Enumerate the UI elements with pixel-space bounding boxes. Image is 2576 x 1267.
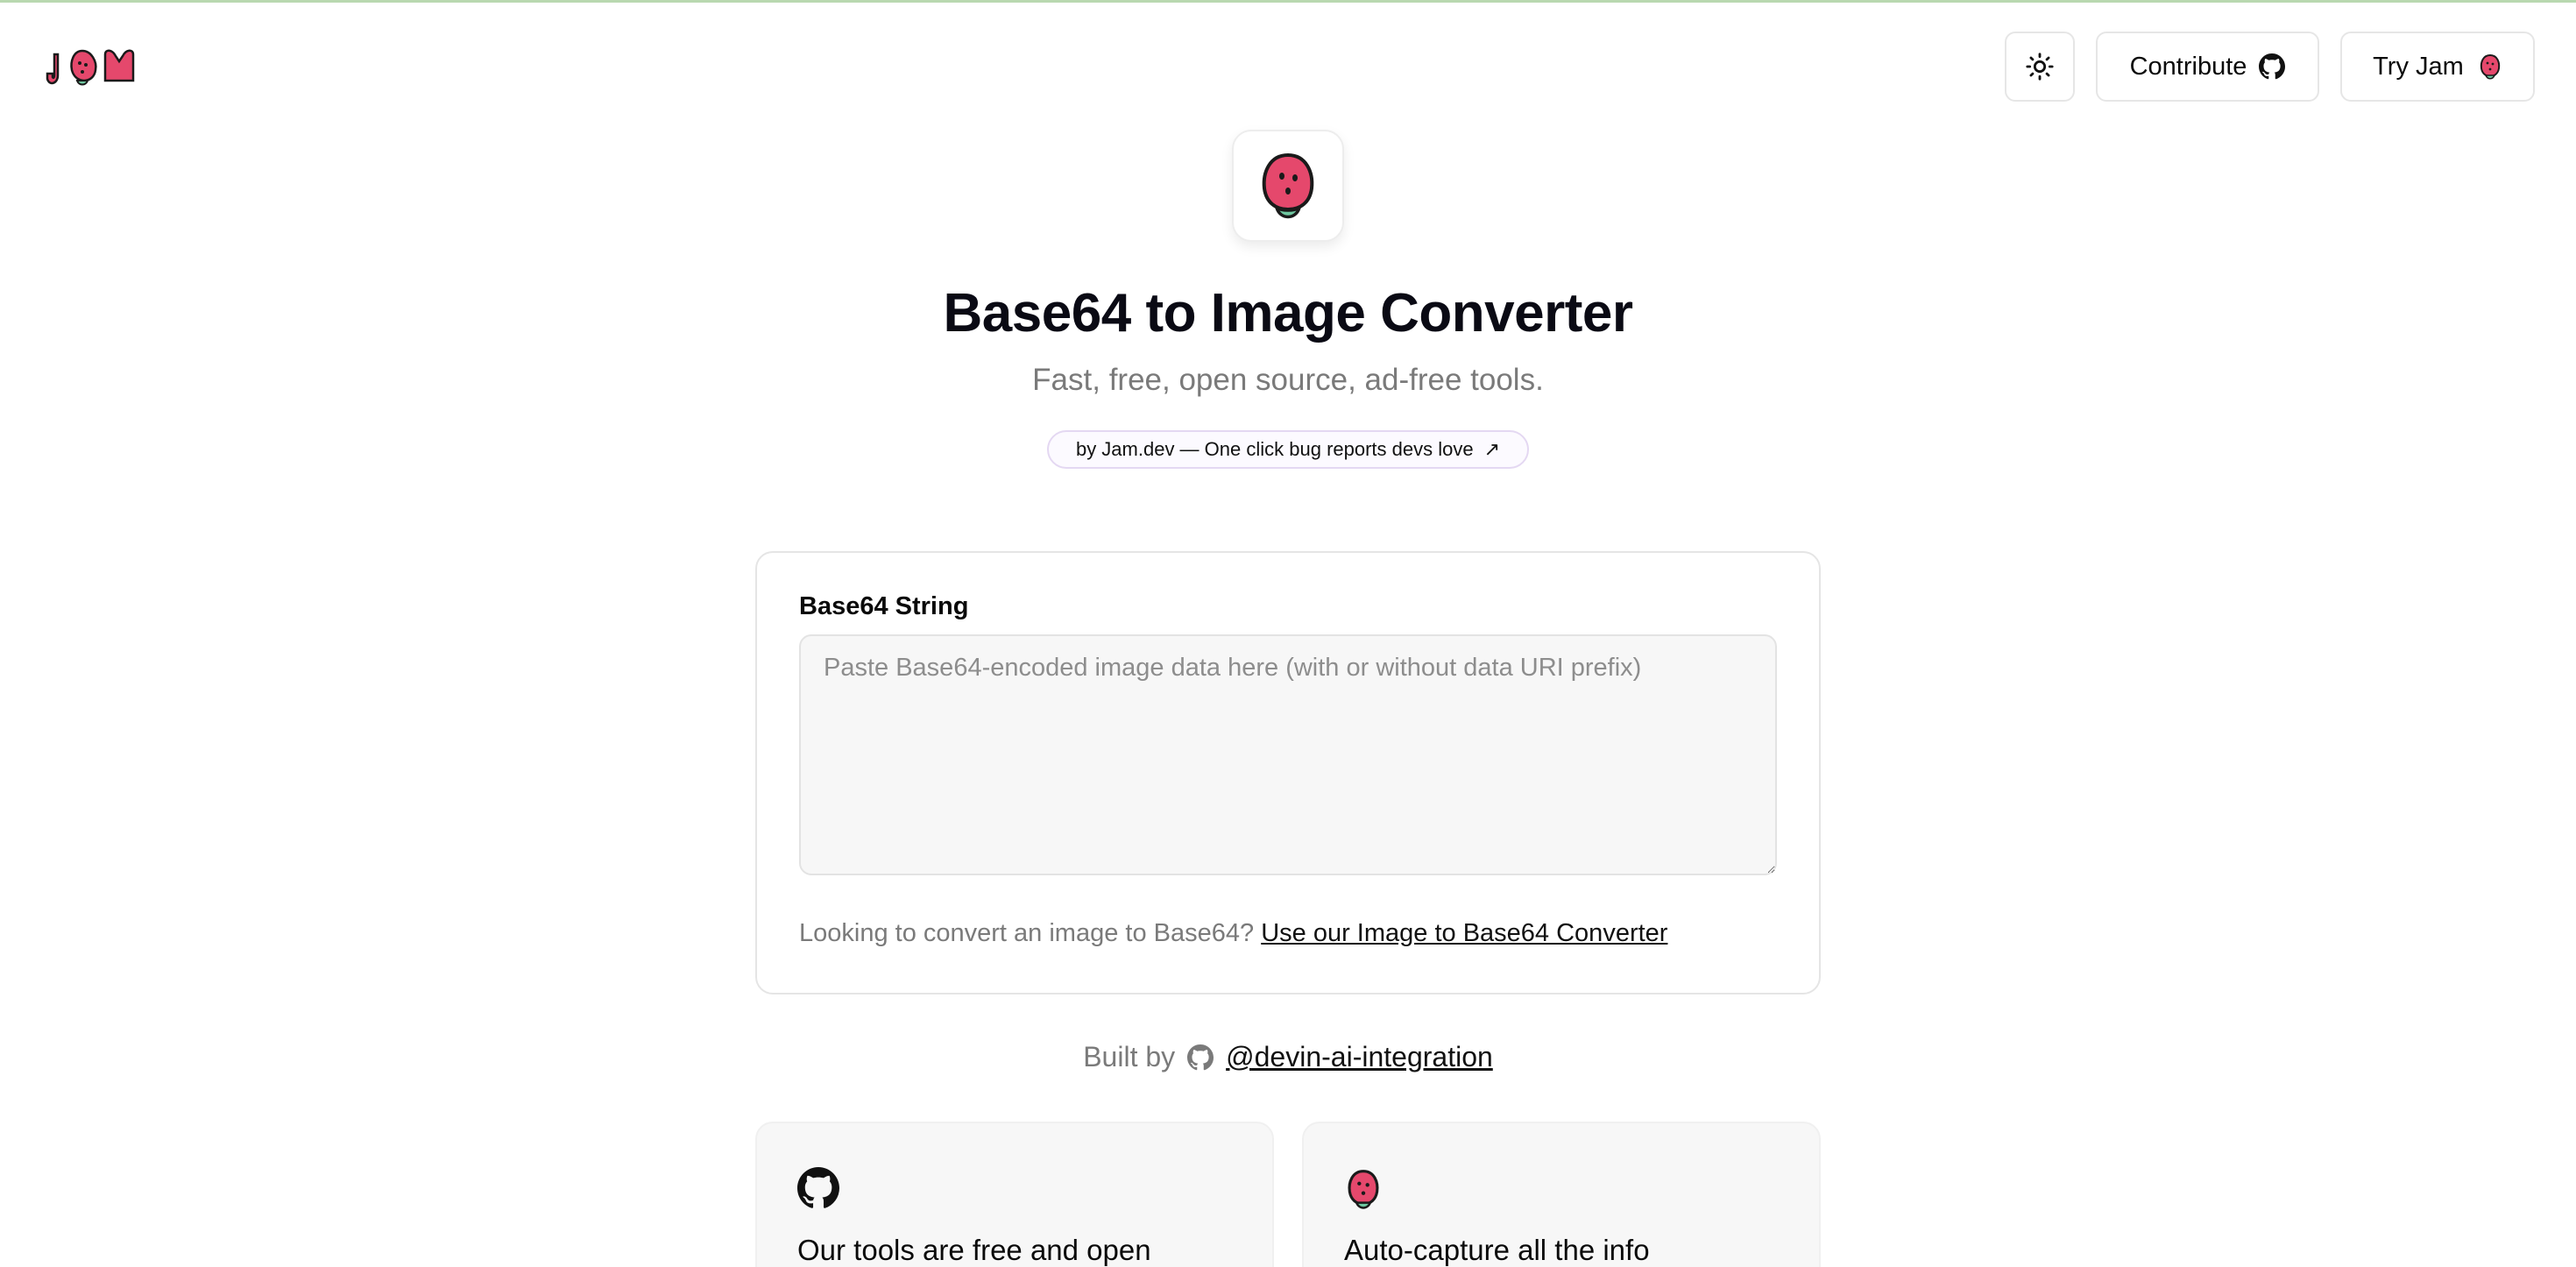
page-subtitle: Fast, free, open source, ad-free tools. xyxy=(1032,363,1544,397)
theme-toggle-button[interactable] xyxy=(2005,32,2075,102)
base64-field-label: Base64 String xyxy=(799,592,969,620)
hint-text: Looking to convert an image to Base64? xyxy=(799,919,1255,947)
built-by-label: Built by xyxy=(1083,1041,1176,1072)
strawberry-icon xyxy=(1262,152,1314,219)
arrow-up-right-icon: ↗ xyxy=(1483,438,1501,460)
jam-logo[interactable] xyxy=(44,46,140,88)
converter-card: Base64 String Looking to convert an imag… xyxy=(755,551,1821,994)
feature-title: Auto-capture all the info xyxy=(1344,1234,1650,1266)
strawberry-icon xyxy=(1348,1170,1379,1209)
pill-label: by Jam.dev — One click bug reports devs … xyxy=(1075,438,1474,460)
feature-card-open-source: Our tools are free and open xyxy=(755,1122,1274,1267)
jam-logo-icon xyxy=(46,49,135,86)
base64-input[interactable] xyxy=(799,634,1777,875)
github-icon xyxy=(797,1167,839,1208)
github-icon xyxy=(1187,1044,1214,1070)
author-link[interactable]: @devin-ai-integration xyxy=(1226,1041,1493,1073)
feature-title: Our tools are free and open xyxy=(797,1234,1151,1266)
jam-dev-pill-link[interactable]: by Jam.dev — One click bug reports devs … xyxy=(1047,430,1529,469)
built-by: Built by @devin-ai-integration xyxy=(0,1041,2576,1073)
try-jam-label: Try Jam xyxy=(2373,52,2464,81)
sun-icon xyxy=(2026,53,2054,81)
converter-hint: Looking to convert an image to Base64? U… xyxy=(799,919,1667,948)
strawberry-icon xyxy=(2480,53,2500,80)
page-title: Base64 to Image Converter xyxy=(943,283,1633,343)
top-accent-line xyxy=(0,0,2576,3)
feature-card-auto-capture: Auto-capture all the info xyxy=(1302,1122,1821,1267)
contribute-label: Contribute xyxy=(2129,52,2247,81)
try-jam-button[interactable]: Try Jam xyxy=(2340,32,2535,102)
hero-app-icon xyxy=(1232,130,1344,242)
image-to-base64-link[interactable]: Use our Image to Base64 Converter xyxy=(1261,919,1667,947)
github-icon xyxy=(2259,53,2286,80)
contribute-button[interactable]: Contribute xyxy=(2096,32,2319,102)
